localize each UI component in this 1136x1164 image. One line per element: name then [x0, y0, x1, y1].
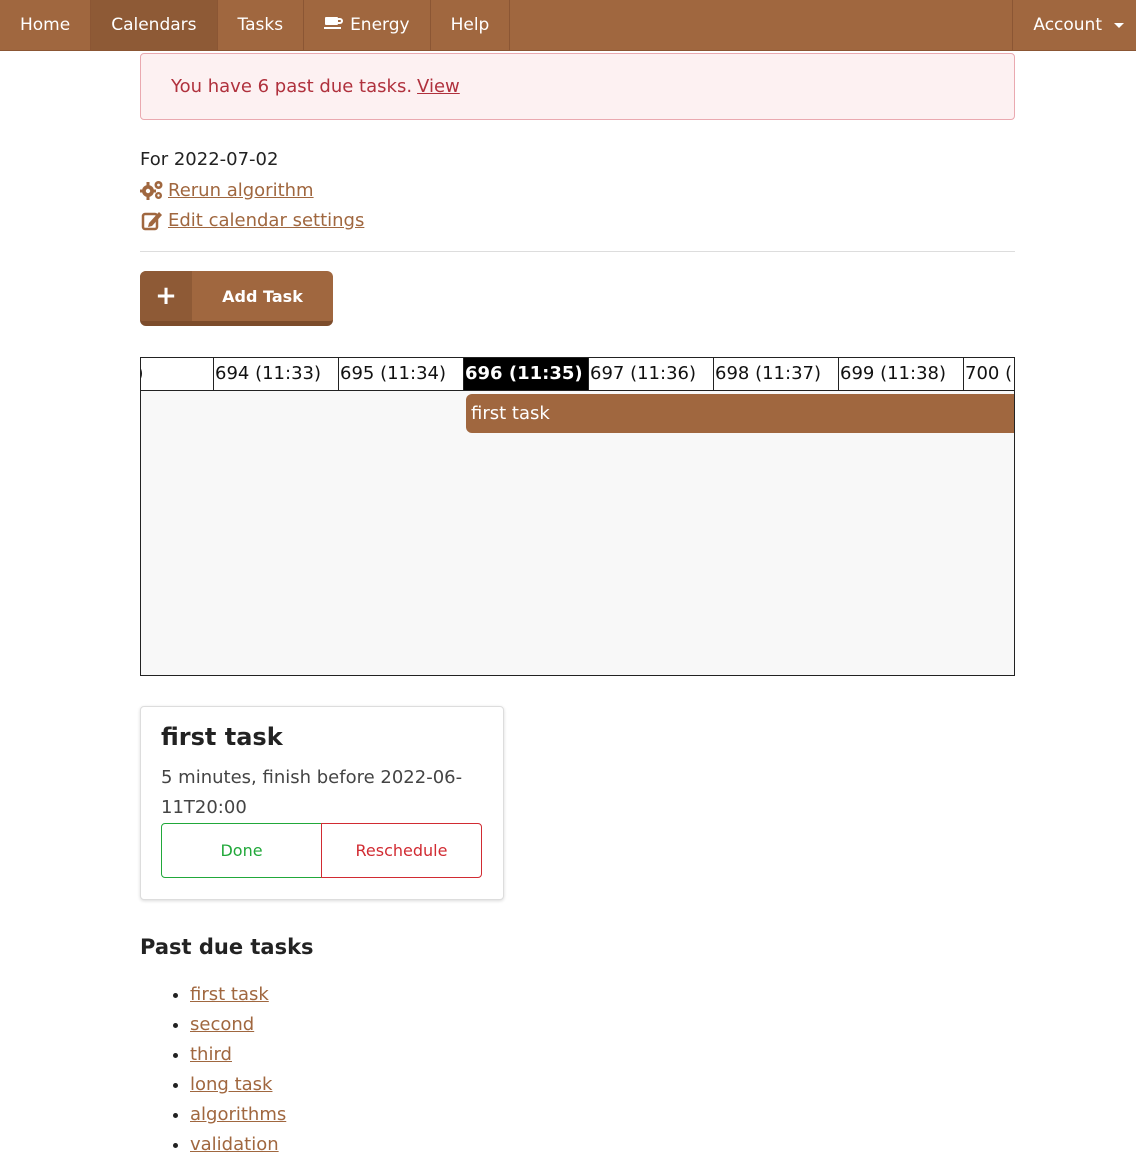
timeline-header: :1:32) 694 (11:33) 695 (11:34) 696 (11:3…	[141, 358, 1014, 391]
timeline-cell: :1:32)	[141, 358, 213, 390]
nav-tasks-label: Tasks	[237, 15, 284, 35]
edit-settings-row: Edit calendar settings	[140, 205, 1015, 235]
coffee-cup-icon	[324, 15, 344, 35]
task-card: first task 5 minutes, finish before 2022…	[140, 706, 504, 900]
divider	[140, 251, 1015, 252]
edit-icon	[140, 208, 164, 232]
main-container: You have 6 past due tasks. View For 2022…	[140, 51, 1015, 1160]
timeline-cell: 700 (11:39)	[963, 358, 1014, 390]
nav-home-label: Home	[20, 15, 71, 35]
list-item: second	[190, 1010, 1015, 1040]
cogs-icon	[140, 178, 164, 202]
caret-down-icon	[1114, 23, 1124, 28]
nav-calendars[interactable]: Calendars	[91, 0, 218, 50]
add-task-button[interactable]: + Add Task	[140, 271, 333, 326]
calendar-timeline[interactable]: :1:32) 694 (11:33) 695 (11:34) 696 (11:3…	[140, 357, 1015, 676]
done-button[interactable]: Done	[161, 823, 322, 878]
alert-text: You have 6 past due tasks.	[171, 76, 413, 97]
past-due-list: first task second third long task algori…	[140, 980, 1015, 1160]
rerun-algorithm-row: Rerun algorithm	[140, 175, 1015, 205]
navbar: Home Calendars Tasks Energy Help Account	[0, 0, 1136, 51]
task-card-buttons: Done Reschedule	[161, 823, 483, 878]
timeline-cell: 699 (11:38)	[838, 358, 963, 390]
alert-view-link[interactable]: View	[417, 76, 460, 97]
nav-account[interactable]: Account	[1012, 0, 1136, 50]
past-due-alert: You have 6 past due tasks. View	[140, 53, 1015, 120]
past-due-link[interactable]: validation	[190, 1134, 279, 1155]
nav-energy[interactable]: Energy	[304, 0, 431, 50]
timeline-cell: 697 (11:36)	[588, 358, 713, 390]
past-due-link[interactable]: first task	[190, 984, 269, 1005]
nav-home[interactable]: Home	[0, 0, 92, 50]
list-item: third	[190, 1040, 1015, 1070]
nav-account-label: Account	[1033, 15, 1102, 35]
list-item: algorithms	[190, 1100, 1015, 1130]
past-due-link[interactable]: second	[190, 1014, 254, 1035]
list-item: validation	[190, 1130, 1015, 1160]
timeline-cell: 698 (11:37)	[713, 358, 838, 390]
timeline-task-bar[interactable]: first task	[466, 394, 1014, 433]
plus-icon: +	[140, 271, 192, 321]
past-due-link[interactable]: long task	[190, 1074, 272, 1095]
task-card-description: 5 minutes, finish before 2022-06-11T20:0…	[161, 767, 463, 818]
nav-tasks[interactable]: Tasks	[218, 0, 305, 50]
date-line: For 2022-07-02	[140, 149, 279, 170]
nav-help-label: Help	[450, 15, 490, 35]
timeline-cell: 694 (11:33)	[213, 358, 338, 390]
edit-calendar-settings-link[interactable]: Edit calendar settings	[168, 210, 364, 231]
task-card-title: first task	[161, 723, 283, 751]
timeline-cell: 695 (11:34)	[338, 358, 463, 390]
nav-energy-label: Energy	[350, 15, 410, 35]
past-due-link[interactable]: third	[190, 1044, 232, 1065]
timeline-cell-current: 696 (11:35)	[463, 358, 588, 390]
nav-help[interactable]: Help	[431, 0, 511, 50]
nav-calendars-label: Calendars	[111, 15, 197, 35]
add-task-label: Add Task	[222, 286, 303, 306]
past-due-link[interactable]: algorithms	[190, 1104, 286, 1125]
rerun-algorithm-link[interactable]: Rerun algorithm	[168, 180, 314, 201]
list-item: long task	[190, 1070, 1015, 1100]
reschedule-button[interactable]: Reschedule	[321, 823, 482, 878]
list-item: first task	[190, 980, 1015, 1010]
past-due-title: Past due tasks	[140, 935, 314, 959]
